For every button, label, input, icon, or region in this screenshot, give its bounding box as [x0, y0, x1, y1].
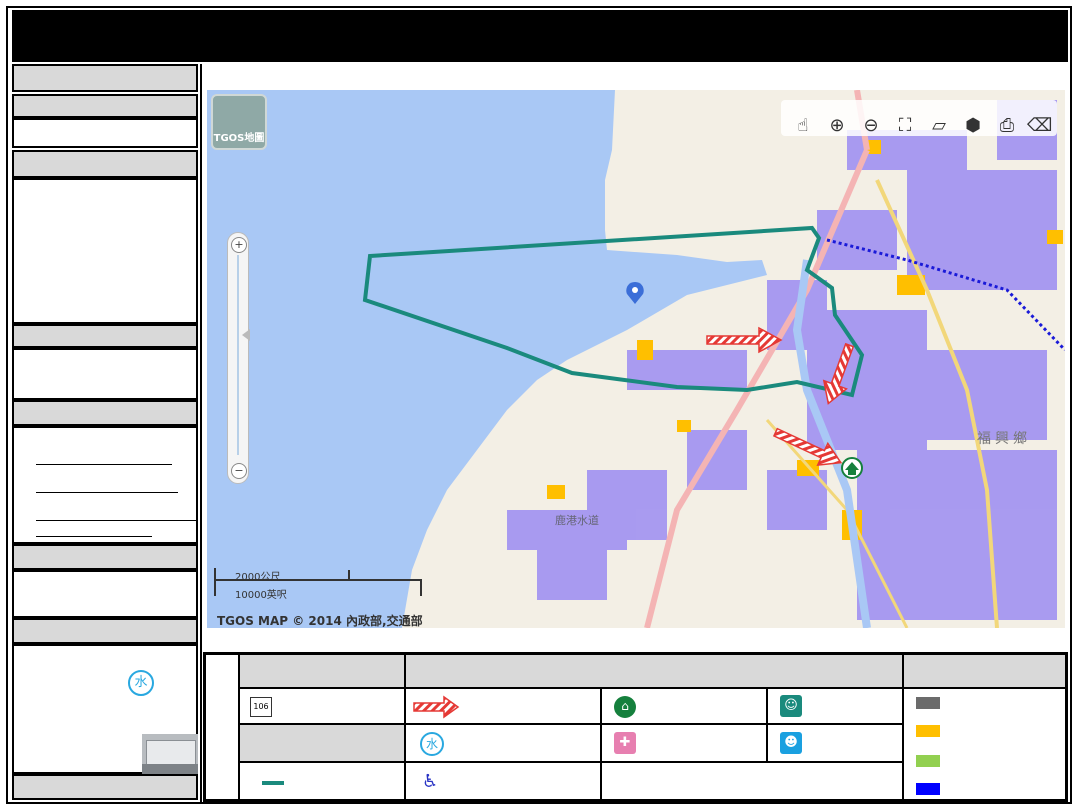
pan-icon[interactable]: ☝ — [791, 114, 815, 138]
legend-arrow-cell — [405, 688, 601, 724]
map-toolbar: ☝ ⊕ ⊖ ⛶ ▱ ⬢ ⎙ ⌫ — [781, 100, 1057, 136]
print-icon[interactable]: ⎙ — [995, 114, 1019, 138]
zoom-in-small-icon[interactable]: + — [231, 237, 247, 253]
boundary-line-swatch — [262, 781, 284, 785]
tgos-button-label: TGOS地圖 — [213, 133, 265, 144]
sidebar-header-7 — [12, 618, 198, 644]
water-legend-icon: 水 — [420, 732, 444, 756]
legend-title-column — [205, 654, 239, 800]
sidebar-value-2 — [12, 348, 198, 400]
legend-boundary-cell — [239, 762, 405, 800]
sidebar-value-3 — [12, 570, 198, 618]
legend-water-cell: 水 — [405, 724, 601, 762]
zoom-track — [237, 255, 239, 455]
place-label-fuxing: 福興鄉 — [977, 431, 1031, 447]
building-photo[interactable] — [142, 734, 198, 774]
legend-route-cell: 106 — [239, 688, 405, 724]
scale-metric-label: 2000公尺 — [235, 572, 281, 583]
map-copyright: TGOS MAP © 2014 內政部,交通部 — [217, 614, 423, 628]
sidebar-header-8 — [12, 774, 198, 800]
sidebar-link-1[interactable] — [36, 464, 172, 465]
legend-header-2 — [405, 654, 903, 688]
swatch-orange — [916, 725, 940, 737]
tgos-map-button[interactable]: TGOS地圖 — [211, 94, 267, 150]
zoom-out-small-icon[interactable]: − — [231, 463, 247, 479]
aid-icon: ✚ — [614, 732, 636, 754]
shelter-icon[interactable] — [841, 457, 863, 479]
zoom-slider[interactable]: + − — [227, 232, 250, 484]
map-canvas[interactable] — [207, 90, 1065, 628]
legend-accessible-cell: ♿ — [405, 762, 601, 800]
eraser-icon[interactable]: ⌫ — [1027, 114, 1052, 138]
route-sign-icon: 106 — [250, 697, 272, 717]
measure-area-icon[interactable]: ⬢ — [961, 114, 985, 138]
sidebar-description — [12, 178, 198, 324]
baby-care-icon: ☻ — [780, 732, 802, 754]
legend-aid-cell: ✚ — [601, 724, 767, 762]
legend-header-3 — [903, 654, 1066, 688]
legend-baby-cell: ☻ — [767, 724, 903, 762]
sidebar-header-4 — [12, 324, 198, 348]
legend-table: 106 ⌂ ☺ 水 ✚ ☻ ♿ — [203, 652, 1068, 802]
water-icon: 水 — [128, 670, 154, 696]
scale-imperial-label: 10000英呎 — [235, 590, 287, 601]
zoom-in-icon[interactable]: ⊕ — [825, 114, 849, 138]
column-divider — [200, 64, 202, 802]
full-extent-icon[interactable]: ⛶ — [893, 114, 917, 138]
place-label-waterway: 鹿港水道 — [555, 514, 599, 527]
wheelchair-icon: ♿ — [422, 771, 439, 792]
legend-empty-cell — [601, 762, 903, 800]
person-icon: ☺ — [780, 695, 802, 717]
sidebar-links — [12, 426, 198, 544]
sidebar-header-1 — [12, 64, 198, 92]
swatch-green — [916, 755, 940, 767]
sidebar-header-6 — [12, 544, 198, 570]
legend-arrow-icon — [413, 695, 460, 719]
sidebar-link-2[interactable] — [36, 492, 178, 493]
measure-line-icon[interactable]: ▱ — [927, 114, 951, 138]
legend-header-1 — [239, 654, 405, 688]
sidebar-header-3 — [12, 150, 198, 178]
legend-shelter-cell: ⌂ — [601, 688, 767, 724]
legend-person-cell: ☺ — [767, 688, 903, 724]
legend-landuse-cell — [903, 688, 1066, 800]
swatch-gray — [916, 697, 940, 709]
zoom-handle[interactable] — [242, 329, 250, 341]
shelter-legend-icon: ⌂ — [614, 696, 636, 718]
swatch-blue — [916, 783, 940, 795]
sidebar-facility-box: 水 — [12, 644, 198, 774]
sidebar-header-5 — [12, 400, 198, 426]
legend-subheader-cell — [239, 724, 405, 762]
sidebar-value-1 — [12, 118, 198, 148]
sidebar-header-2 — [12, 94, 198, 118]
title-bar — [12, 10, 1068, 62]
map-view[interactable]: TGOS地圖 + − ☝ ⊕ ⊖ ⛶ ▱ ⬢ ⎙ ⌫ 鹿港水道 福興鄉 2000… — [207, 90, 1065, 628]
sidebar-link-3[interactable] — [36, 520, 196, 521]
zoom-out-icon[interactable]: ⊖ — [859, 114, 883, 138]
sidebar-link-4[interactable] — [36, 536, 152, 537]
